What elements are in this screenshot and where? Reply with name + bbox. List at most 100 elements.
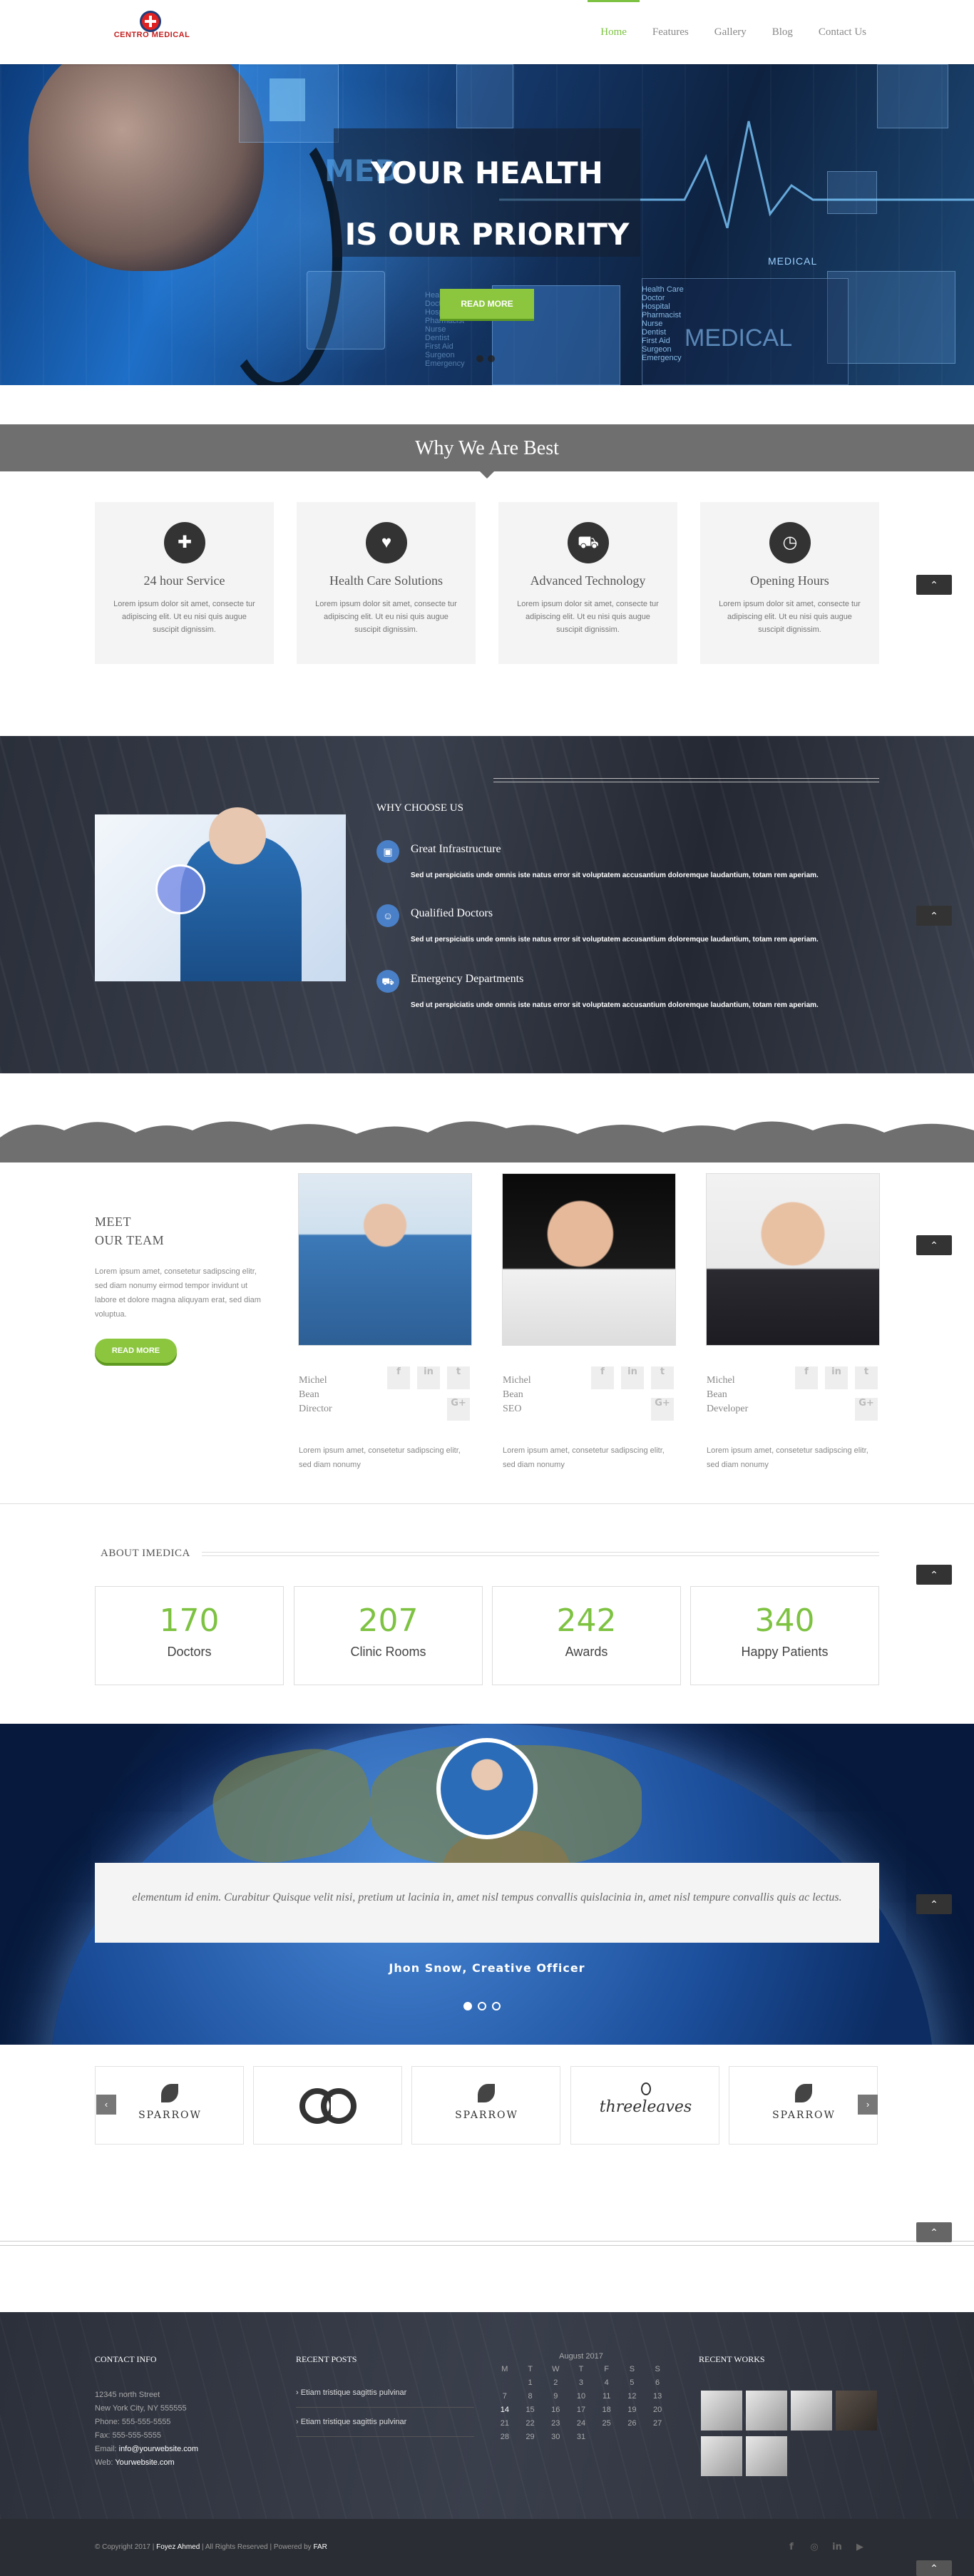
google-plus-icon[interactable]: G+: [651, 1398, 674, 1421]
calendar-day[interactable]: 29: [518, 2430, 543, 2443]
back-to-top-button[interactable]: ⌃: [916, 1894, 952, 1914]
slider-dot[interactable]: [488, 355, 495, 362]
twitter-icon[interactable]: t: [651, 1366, 674, 1389]
linkedin-icon[interactable]: in: [417, 1366, 440, 1389]
calendar-day[interactable]: 17: [568, 2403, 594, 2416]
google-plus-icon[interactable]: G+: [447, 1398, 470, 1421]
calendar-day[interactable]: 16: [543, 2403, 568, 2416]
calendar-day-header: F: [604, 2364, 610, 2373]
back-to-top-button[interactable]: ⌃: [916, 2560, 952, 2576]
calendar-day[interactable]: 11: [594, 2389, 620, 2403]
calendar-day[interactable]: 7: [492, 2389, 518, 2403]
testimonial-dot[interactable]: [478, 2002, 486, 2010]
team-read-more-button[interactable]: READ MORE: [95, 1339, 177, 1363]
testimonial-dot[interactable]: [463, 2002, 472, 2010]
team-member-meta: Michel Bean Director: [299, 1374, 332, 1416]
calendar-day[interactable]: 22: [518, 2416, 543, 2430]
youtube-icon[interactable]: ▶: [853, 2540, 867, 2555]
hero-read-more-button[interactable]: READ MORE: [440, 289, 534, 319]
client-logo[interactable]: SPARROW: [729, 2066, 878, 2145]
prev-arrow-icon[interactable]: ‹: [96, 2095, 116, 2115]
calendar-day[interactable]: 28: [492, 2430, 518, 2443]
linkedin-icon[interactable]: in: [825, 1366, 848, 1389]
calendar-day[interactable]: 1: [518, 2376, 543, 2389]
ambulance-icon: ⛟: [568, 522, 609, 563]
recent-post-link[interactable]: › Etiam tristique sagittis pulvinar: [296, 2418, 474, 2437]
calendar-day[interactable]: 19: [620, 2403, 645, 2416]
facebook-icon[interactable]: f: [795, 1366, 818, 1389]
hero-list-item: Surgeon: [642, 345, 672, 354]
calendar-day[interactable]: 2: [543, 2376, 568, 2389]
team-member-last-name: Bean: [707, 1389, 727, 1400]
twitter-icon[interactable]: t: [447, 1366, 470, 1389]
calendar-day[interactable]: 21: [492, 2416, 518, 2430]
facebook-icon[interactable]: f: [784, 2540, 799, 2555]
calendar-day[interactable]: 23: [543, 2416, 568, 2430]
calendar-day[interactable]: 6: [645, 2376, 670, 2389]
nav-blog[interactable]: Blog: [759, 0, 806, 64]
email-link[interactable]: info@yourwebsite.com: [119, 2445, 198, 2453]
recent-posts-title: RECENT POSTS: [296, 2354, 357, 2364]
nav-gallery[interactable]: Gallery: [702, 0, 759, 64]
recent-post-link[interactable]: › Etiam tristique sagittis pulvinar: [296, 2388, 474, 2408]
testimonial-dot[interactable]: [492, 2002, 501, 2010]
linkedin-icon[interactable]: in: [621, 1366, 644, 1389]
calendar-day[interactable]: 3: [568, 2376, 594, 2389]
calendar-day[interactable]: 18: [594, 2403, 620, 2416]
nav-features[interactable]: Features: [640, 0, 702, 64]
calendar-day[interactable]: 31: [568, 2430, 594, 2443]
client-logo[interactable]: [253, 2066, 402, 2145]
back-to-top-button[interactable]: ⌃: [916, 575, 952, 595]
calendar-day[interactable]: 26: [620, 2416, 645, 2430]
calendar-day[interactable]: 24: [568, 2416, 594, 2430]
work-thumbnail[interactable]: [836, 2391, 877, 2431]
client-logo-text: SPARROW: [772, 2110, 836, 2121]
powered-link[interactable]: FAR: [313, 2543, 327, 2551]
calendar-day[interactable]: 13: [645, 2389, 670, 2403]
twitter-icon[interactable]: t: [855, 1366, 878, 1389]
back-to-top-button[interactable]: ⌃: [916, 2222, 952, 2242]
facebook-icon[interactable]: f: [591, 1366, 614, 1389]
google-plus-icon[interactable]: G+: [855, 1398, 878, 1421]
author-link[interactable]: Foyez Ahmed: [156, 2543, 200, 2551]
work-thumbnail[interactable]: [701, 2436, 742, 2476]
calendar-day[interactable]: 5: [620, 2376, 645, 2389]
linkedin-icon[interactable]: in: [830, 2540, 844, 2555]
calendar-day[interactable]: 14: [492, 2403, 518, 2416]
calendar-day[interactable]: 20: [645, 2403, 670, 2416]
calendar-day-header: S: [655, 2364, 660, 2373]
calendar-day[interactable]: 30: [543, 2430, 568, 2443]
calendar-day[interactable]: 12: [620, 2389, 645, 2403]
next-arrow-icon[interactable]: ›: [858, 2095, 878, 2115]
back-to-top-button[interactable]: ⌃: [916, 906, 952, 926]
main-nav: Home Features Gallery Blog Contact Us: [588, 0, 879, 64]
nav-home[interactable]: Home: [588, 0, 640, 64]
work-thumbnail[interactable]: [746, 2436, 787, 2476]
client-logo[interactable]: SPARROW: [411, 2066, 560, 2145]
calendar-day[interactable]: 9: [543, 2389, 568, 2403]
back-to-top-button[interactable]: ⌃: [916, 1565, 952, 1585]
calendar-day[interactable]: 4: [594, 2376, 620, 2389]
website-link[interactable]: Yourwebsite.com: [115, 2458, 174, 2467]
calendar-day[interactable]: 27: [645, 2416, 670, 2430]
calendar-day[interactable]: 25: [594, 2416, 620, 2430]
calendar-day: [620, 2430, 645, 2443]
logo[interactable]: CENTRO MEDICAL: [98, 11, 205, 42]
calendar-day[interactable]: 8: [518, 2389, 543, 2403]
work-thumbnail[interactable]: [701, 2391, 742, 2431]
work-thumbnail[interactable]: [791, 2391, 832, 2431]
contact-info: 12345 north Street New York City, NY 555…: [95, 2391, 199, 2467]
team-member-text: Lorem ipsum amet, consetetur sadipscing …: [299, 1446, 461, 1469]
client-logo[interactable]: threeleaves: [570, 2066, 719, 2145]
hero-side-list: Health Care Doctor Hospital Pharmacist Nurse…: [642, 285, 684, 362]
calendar-day[interactable]: 10: [568, 2389, 594, 2403]
client-logo[interactable]: SPARROW: [95, 2066, 244, 2145]
slider-dot[interactable]: [476, 355, 483, 362]
calendar-day[interactable]: 15: [518, 2403, 543, 2416]
feature-card: ♥ Health Care Solutions Lorem ipsum dolor …: [297, 502, 476, 664]
nav-contact-us[interactable]: Contact Us: [806, 0, 879, 64]
back-to-top-button[interactable]: ⌃: [916, 1235, 952, 1255]
facebook-icon[interactable]: f: [387, 1366, 410, 1389]
work-thumbnail[interactable]: [746, 2391, 787, 2431]
instagram-icon[interactable]: ◎: [807, 2540, 821, 2555]
